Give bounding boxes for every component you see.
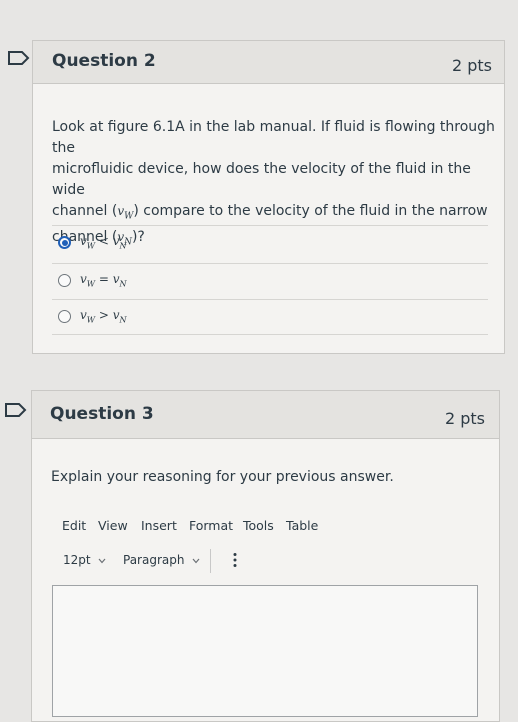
question-prompt: Explain your reasoning for your previous… [51, 469, 394, 485]
answer-option[interactable]: vW < vN [52, 225, 488, 260]
flag-question-icon[interactable] [7, 50, 31, 66]
prompt-line-3: channel (vW) compare to the velocity of … [52, 201, 497, 227]
wide-velocity-symbol: vW [117, 204, 134, 222]
prompt-line-3-start: channel ( [52, 203, 118, 219]
prompt-line-3-end: ) compare to the velocity of the fluid i… [133, 203, 488, 219]
chevron-down-icon [192, 553, 200, 567]
block-format-value: Paragraph [123, 553, 185, 567]
question-title: Question 2 [52, 51, 156, 71]
menu-format[interactable]: Format [189, 518, 233, 533]
radio-unselected[interactable] [58, 310, 71, 323]
font-size-select[interactable]: 12pt [63, 553, 106, 567]
answer-label: vW > vN [80, 308, 127, 325]
chevron-down-icon [98, 553, 106, 567]
answer-label: vW < vN [80, 234, 127, 251]
question-points: 2 pts [451, 56, 492, 75]
rich-text-editor[interactable] [52, 585, 478, 717]
radio-selected[interactable] [58, 236, 71, 249]
menu-view[interactable]: View [98, 518, 128, 533]
menu-edit[interactable]: Edit [62, 518, 86, 533]
prompt-line-1: Look at figure 6.1A in the lab manual. I… [52, 119, 495, 156]
question-points: 2 pts [444, 409, 485, 428]
font-size-value: 12pt [63, 553, 91, 567]
question-2-card: Question 2 2 pts Look at figure 6.1A in … [32, 40, 505, 354]
radio-unselected[interactable] [58, 274, 71, 287]
question-title: Question 3 [50, 404, 154, 424]
answer-option[interactable]: vW = vN [52, 263, 488, 298]
answer-option[interactable]: vW > vN [52, 299, 488, 335]
block-format-select[interactable]: Paragraph [123, 553, 200, 567]
prompt-line-2: microfluidic device, how does the veloci… [52, 161, 471, 198]
toolbar-divider [210, 549, 211, 573]
menu-tools[interactable]: Tools [243, 518, 274, 533]
question-2-header: Question 2 2 pts [33, 41, 504, 84]
menu-insert[interactable]: Insert [141, 518, 177, 533]
answer-label: vW = vN [80, 272, 127, 289]
question-3-header: Question 3 2 pts [32, 391, 499, 439]
flag-question-icon[interactable] [4, 402, 28, 418]
more-vertical-icon[interactable] [233, 552, 237, 572]
menu-table[interactable]: Table [286, 518, 318, 533]
